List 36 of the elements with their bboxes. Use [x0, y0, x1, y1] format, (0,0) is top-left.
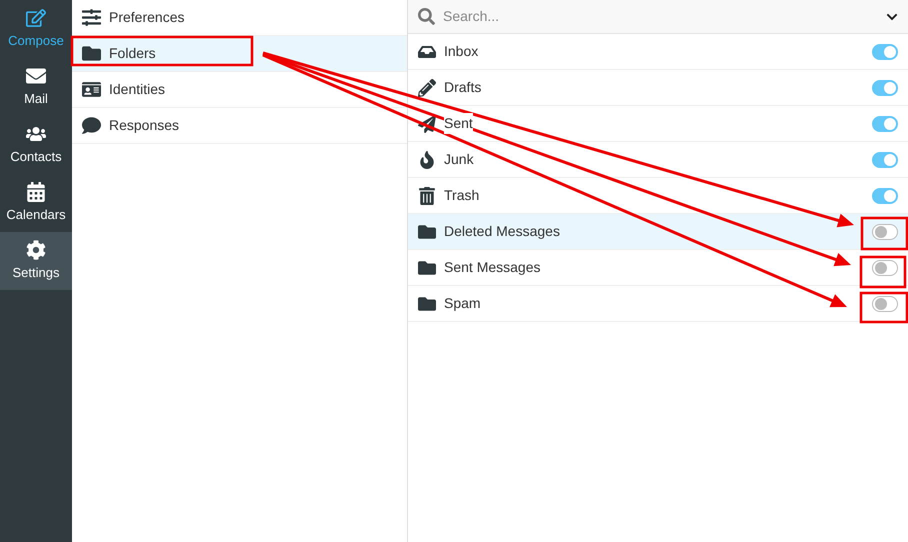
pencil-icon [418, 78, 436, 96]
toggle-switch[interactable] [872, 80, 898, 96]
nav-item[interactable]: Contacts [0, 116, 72, 174]
highlight-box [860, 216, 908, 250]
toggle-switch[interactable] [872, 116, 898, 132]
nav-item[interactable]: Settings [0, 232, 72, 290]
nav-item[interactable]: Compose [0, 0, 72, 58]
folder-row[interactable]: Inbox [408, 34, 908, 70]
toggle-switch[interactable] [872, 44, 898, 60]
folder-icon [418, 294, 436, 312]
search-field[interactable]: Search... [443, 6, 878, 27]
id-card-icon [82, 80, 101, 99]
settings-icon [26, 240, 46, 260]
nav-item[interactable]: Calendars [0, 174, 72, 232]
highlight-box [860, 256, 906, 288]
folder-icon [418, 258, 436, 276]
folder-icon [82, 44, 101, 63]
toggle-switch[interactable] [872, 296, 898, 312]
search-bar[interactable]: Search... [408, 0, 908, 34]
highlight-box [860, 292, 908, 324]
toggle-switch[interactable] [872, 188, 898, 204]
compose-icon [26, 8, 46, 28]
toggle-switch[interactable] [872, 224, 898, 240]
speech-bubble-icon [82, 116, 101, 135]
toggle-switch[interactable] [872, 152, 898, 168]
search-icon [418, 8, 435, 25]
fire-icon [418, 150, 436, 168]
folder-icon [418, 222, 436, 240]
trash-icon [418, 186, 436, 204]
envelope-icon [26, 66, 46, 86]
nav-item[interactable]: Mail [0, 58, 72, 116]
folder-row[interactable]: Drafts [408, 70, 908, 106]
toggle-switch[interactable] [872, 260, 898, 276]
calendar-icon [26, 182, 46, 202]
folder-row[interactable]: Deleted Messages [408, 214, 908, 250]
sliders-icon [82, 8, 101, 27]
